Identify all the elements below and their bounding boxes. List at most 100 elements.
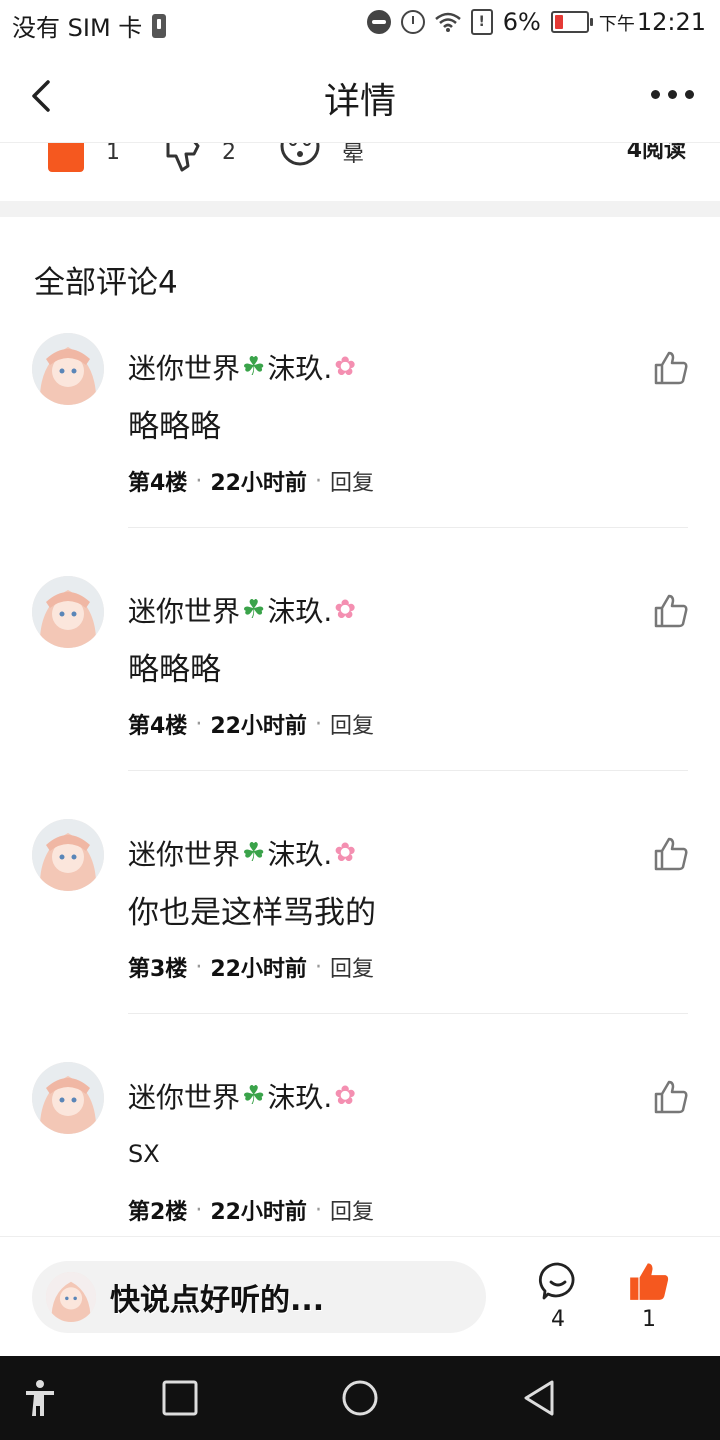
clover-icon: ☘ xyxy=(242,838,266,868)
comment-text: 略略略 xyxy=(128,652,221,688)
anime-avatar-icon xyxy=(32,819,104,891)
status-bar: 没有 SIM 卡 ! 6% 下午 12:21 xyxy=(0,0,720,50)
back-triangle-icon[interactable] xyxy=(520,1378,560,1418)
avatar[interactable] xyxy=(32,333,104,405)
like-count: 1 xyxy=(642,1307,656,1332)
meta-separator: · xyxy=(314,1197,322,1223)
reply-button[interactable]: 回复 xyxy=(330,1194,374,1226)
reply-button[interactable]: 回复 xyxy=(330,465,374,497)
wifi-icon xyxy=(434,12,461,32)
username-suffix: 沫玖. xyxy=(267,1081,333,1114)
anime-avatar-icon xyxy=(46,1272,96,1322)
sim-icon xyxy=(152,13,167,38)
comment-username[interactable]: 迷你世界 ☘ 沫玖. ✿ xyxy=(128,833,356,873)
thumb-up-filled-icon xyxy=(630,1263,669,1300)
battery-percent: 6% xyxy=(502,8,541,36)
top-header: 详情 xyxy=(0,50,720,143)
avatar[interactable] xyxy=(32,819,104,891)
comment-username[interactable]: 迷你世界 ☘ 沫玖. ✿ xyxy=(128,590,356,630)
sakura-icon: ✿ xyxy=(334,595,357,625)
home-icon[interactable] xyxy=(340,1378,380,1418)
comment-item: 迷你世界 ☘ 沫玖. ✿ 略略略 第4楼 · 22小时前 · 回复 xyxy=(0,333,720,576)
dislike-reaction-count: 2 xyxy=(222,139,236,165)
comment-text: SX xyxy=(128,1140,160,1168)
comment-text: 你也是这样骂我的 xyxy=(128,895,376,931)
comment-time: 22小时前 xyxy=(210,471,307,496)
comment-input[interactable]: 快说点好听的... xyxy=(32,1261,486,1333)
meta-separator: · xyxy=(314,711,322,737)
meta-separator: · xyxy=(314,468,322,494)
system-nav-bar xyxy=(0,1356,720,1440)
comment-time: 22小时前 xyxy=(210,957,307,982)
comment-meta: 第3楼 · 22小时前 · 回复 xyxy=(128,951,374,983)
comment-meta: 第4楼 · 22小时前 · 回复 xyxy=(128,708,374,740)
username-text: 迷你世界 xyxy=(128,352,241,385)
section-divider xyxy=(0,201,720,217)
comment-divider xyxy=(128,1013,688,1014)
bottom-action-bar: 快说点好听的... 4 1 xyxy=(0,1236,720,1357)
username-suffix: 沫玖. xyxy=(267,352,333,385)
more-dots-icon[interactable] xyxy=(651,90,694,99)
thumb-up-icon[interactable] xyxy=(654,837,688,871)
comment-meta: 第2楼 · 22小时前 · 回复 xyxy=(128,1194,374,1226)
comments-count: 4 xyxy=(551,1307,565,1332)
sakura-icon: ✿ xyxy=(334,838,357,868)
accessibility-icon[interactable] xyxy=(20,1378,60,1418)
sakura-icon: ✿ xyxy=(334,352,357,382)
meta-separator: · xyxy=(195,954,203,980)
comment-floor: 第3楼 xyxy=(128,957,188,982)
avatar xyxy=(46,1272,96,1322)
battery-icon xyxy=(550,11,593,33)
avatar[interactable] xyxy=(32,1062,104,1134)
meta-separator: · xyxy=(195,711,203,737)
comment-input-placeholder: 快说点好听的... xyxy=(110,1283,325,1318)
like-reaction-count: 1 xyxy=(106,139,120,165)
anime-avatar-icon xyxy=(32,1062,104,1134)
clover-icon: ☘ xyxy=(242,1081,266,1111)
alert-icon: ! xyxy=(470,9,493,35)
comment-floor: 第4楼 xyxy=(128,471,188,496)
comments-title: 全部评论4 xyxy=(34,265,178,301)
comment-item: 迷你世界 ☘ 沫玖. ✿ 略略略 第4楼 · 22小时前 · 回复 xyxy=(0,576,720,819)
like-button[interactable]: 1 xyxy=(619,1261,679,1332)
dot xyxy=(685,90,694,99)
avatar[interactable] xyxy=(32,576,104,648)
recent-apps-icon[interactable] xyxy=(160,1378,200,1418)
page-title: 详情 xyxy=(323,81,396,122)
comment-floor: 第4楼 xyxy=(128,714,188,739)
alarm-icon xyxy=(400,10,425,34)
anime-avatar-icon xyxy=(32,576,104,648)
comment-time: 22小时前 xyxy=(210,1200,307,1225)
clock: 下午 12:21 xyxy=(599,8,706,36)
status-left: 没有 SIM 卡 xyxy=(12,8,167,43)
reply-button[interactable]: 回复 xyxy=(330,951,374,983)
comment-item: 迷你世界 ☘ 沫玖. ✿ 你也是这样骂我的 第3楼 · 22小时前 · 回复 xyxy=(0,819,720,1062)
comment-divider xyxy=(128,527,688,528)
dnd-icon xyxy=(366,10,391,34)
comment-username[interactable]: 迷你世界 ☘ 沫玖. ✿ xyxy=(128,1076,356,1116)
status-right: ! 6% 下午 12:21 xyxy=(366,8,706,36)
username-text: 迷你世界 xyxy=(128,838,241,871)
meta-separator: · xyxy=(195,468,203,494)
thumb-up-icon[interactable] xyxy=(654,351,688,385)
comments-button[interactable]: 4 xyxy=(528,1261,588,1332)
meta-separator: · xyxy=(314,954,322,980)
dot xyxy=(668,90,677,99)
comment-divider xyxy=(128,770,688,771)
reply-button[interactable]: 回复 xyxy=(330,708,374,740)
thumb-up-icon[interactable] xyxy=(654,1080,688,1114)
clover-icon: ☘ xyxy=(242,595,266,625)
comment-username[interactable]: 迷你世界 ☘ 沫玖. ✿ xyxy=(128,347,356,387)
clover-icon: ☘ xyxy=(242,352,266,382)
dot xyxy=(651,90,660,99)
username-text: 迷你世界 xyxy=(128,595,241,628)
comment-meta: 第4楼 · 22小时前 · 回复 xyxy=(128,465,374,497)
thumb-up-icon[interactable] xyxy=(654,594,688,628)
comment-text: 略略略 xyxy=(128,409,221,445)
meta-separator: · xyxy=(195,1197,203,1223)
clock-ampm: 下午 xyxy=(598,14,635,35)
username-suffix: 沫玖. xyxy=(267,838,333,871)
clock-time: 12:21 xyxy=(636,8,706,36)
username-text: 迷你世界 xyxy=(128,1081,241,1114)
sakura-icon: ✿ xyxy=(334,1081,357,1111)
